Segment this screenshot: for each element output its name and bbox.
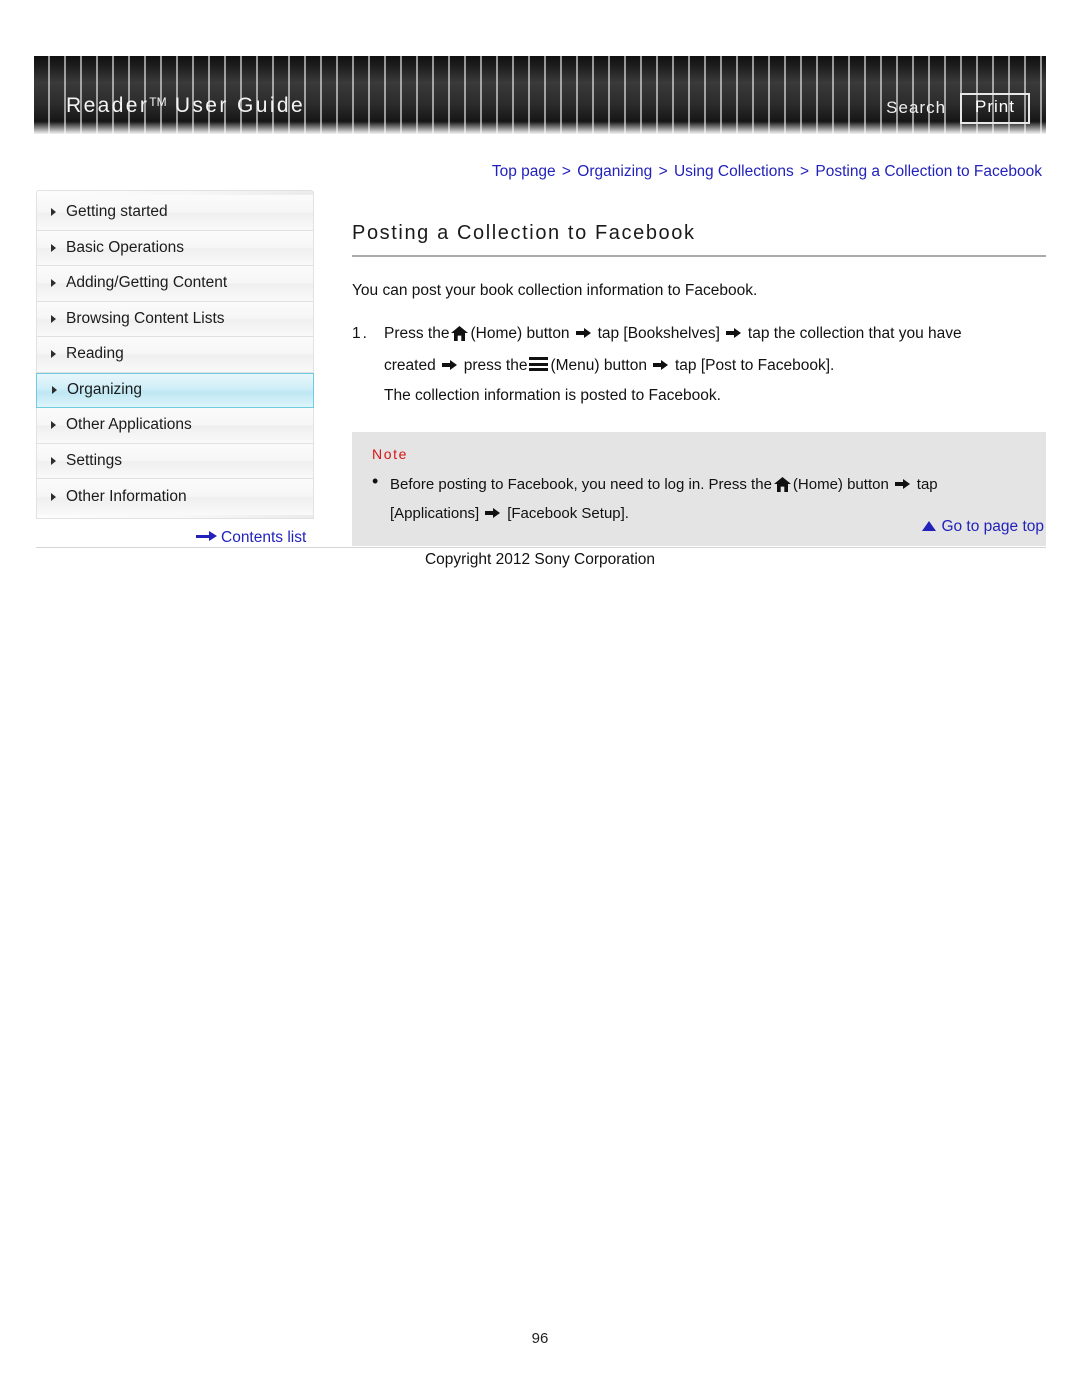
header-actions: Search Print xyxy=(886,93,1030,124)
breadcrumb-separator: > xyxy=(800,163,810,180)
home-icon xyxy=(451,326,469,342)
sidebar-item-label: Adding/Getting Content xyxy=(66,274,228,292)
step-1-result: The collection information is posted to … xyxy=(384,387,721,405)
sidebar-item-settings[interactable]: Settings xyxy=(37,443,313,479)
footer-divider xyxy=(36,547,1046,548)
arrow-right-icon xyxy=(196,531,218,541)
note-label: Note xyxy=(372,445,408,462)
bullet-icon: • xyxy=(372,470,379,491)
triangle-right-icon xyxy=(51,421,56,430)
arrow-right-icon xyxy=(441,359,458,371)
breadcrumb-item-organizing[interactable]: Organizing xyxy=(577,163,652,180)
go-to-page-top-label: Go to page top xyxy=(941,518,1044,535)
trademark-symbol: TM xyxy=(149,95,167,109)
sidebar-item-other-applications[interactable]: Other Applications xyxy=(37,408,313,444)
sidebar-item-label: Other Information xyxy=(66,487,187,505)
arrow-right-icon xyxy=(725,327,742,339)
page-title: Posting a Collection to Facebook xyxy=(352,222,696,244)
print-button[interactable]: Print xyxy=(960,93,1030,124)
step-text-created: created xyxy=(384,357,436,375)
triangle-right-icon xyxy=(51,314,56,323)
sidebar-item-label: Browsing Content Lists xyxy=(66,309,225,327)
step-text-menu-button: (Menu) button xyxy=(550,357,647,375)
breadcrumb-separator: > xyxy=(561,163,571,180)
triangle-right-icon xyxy=(51,492,56,501)
step-text-tap-bookshelves: tap [Bookshelves] xyxy=(597,325,720,343)
menu-icon xyxy=(529,357,549,373)
breadcrumb-item-current[interactable]: Posting a Collection to Facebook xyxy=(815,163,1042,180)
step-text-post-to-facebook: tap [Post to Facebook]. xyxy=(674,357,835,375)
copyright-text: Copyright 2012 Sony Corporation xyxy=(424,551,656,568)
note-text-applications: [Applications] xyxy=(390,504,480,522)
triangle-right-icon xyxy=(51,350,56,359)
home-icon xyxy=(773,476,791,492)
step-text-home-button: (Home) button xyxy=(470,325,570,343)
arrow-right-icon xyxy=(894,478,911,490)
step-text-press-the: Press the xyxy=(384,325,450,343)
sidebar-item-reading[interactable]: Reading xyxy=(37,337,313,373)
sidebar-item-adding-getting-content[interactable]: Adding/Getting Content xyxy=(37,266,313,302)
sidebar-item-browsing-content-lists[interactable]: Browsing Content Lists xyxy=(37,301,313,337)
triangle-right-icon xyxy=(51,456,56,465)
sidebar-item-label: Other Applications xyxy=(66,416,192,434)
step-number: 1. xyxy=(352,325,369,343)
step-text-tap-collection: tap the collection that you have xyxy=(747,325,962,343)
breadcrumb: Top page > Organizing > Using Collection… xyxy=(492,163,1042,181)
sidebar-item-organizing[interactable]: Organizing xyxy=(36,372,314,408)
sidebar-item-basic-operations[interactable]: Basic Operations xyxy=(37,230,313,266)
breadcrumb-separator: > xyxy=(658,163,668,180)
header-banner: ReaderTM User Guide Search Print xyxy=(34,56,1046,134)
search-link[interactable]: Search xyxy=(886,98,946,118)
note-text-facebook-setup: [Facebook Setup]. xyxy=(507,504,629,522)
intro-paragraph: You can post your book collection inform… xyxy=(352,282,758,299)
app-title-suffix: User Guide xyxy=(166,94,306,117)
triangle-right-icon xyxy=(51,208,56,217)
arrow-right-icon xyxy=(652,359,669,371)
triangle-up-icon xyxy=(922,521,937,531)
step-text-press-the-2: press the xyxy=(463,357,528,375)
app-title-text: Reader xyxy=(66,94,150,117)
sidebar-item-label: Settings xyxy=(66,451,123,469)
title-divider xyxy=(352,255,1046,257)
sidebar-item-getting-started[interactable]: Getting started xyxy=(37,195,313,231)
note-text-tap: tap xyxy=(916,475,938,493)
note-text-before-posting: Before posting to Facebook, you need to … xyxy=(390,475,772,493)
go-to-page-top-link[interactable]: Go to page top xyxy=(922,518,1044,536)
step-1-line-2: created press the (Menu) button tap [Post t… xyxy=(384,351,1046,381)
note-text-home-button: (Home) button xyxy=(792,475,889,493)
main-content: Posting a Collection to Facebook You can… xyxy=(352,222,1046,547)
triangle-right-icon xyxy=(51,243,56,252)
arrow-right-icon xyxy=(485,507,501,519)
sidebar-item-label: Getting started xyxy=(66,203,168,221)
step-body: Press the (Home) button tap [Bookshelves] t… xyxy=(384,319,1046,349)
arrow-right-icon xyxy=(575,327,592,339)
step-1: 1. Press the (Home) button tap [Bookshelve… xyxy=(352,319,1046,349)
breadcrumb-item-top-page[interactable]: Top page xyxy=(492,163,556,180)
contents-list-link[interactable]: Contents list xyxy=(196,529,306,547)
contents-list-label: Contents list xyxy=(221,529,307,546)
sidebar-item-label: Basic Operations xyxy=(66,238,185,256)
breadcrumb-item-using-collections[interactable]: Using Collections xyxy=(674,163,794,180)
sidebar-item-other-information[interactable]: Other Information xyxy=(37,479,313,515)
app-title: ReaderTM User Guide xyxy=(66,94,305,118)
sidebar-nav: Getting started Basic Operations Adding/… xyxy=(36,190,314,519)
sidebar-item-label: Reading xyxy=(66,345,124,363)
triangle-right-icon xyxy=(52,386,57,395)
triangle-right-icon xyxy=(51,279,56,288)
sidebar-item-label: Organizing xyxy=(67,381,142,399)
page-number: 96 xyxy=(531,1330,549,1347)
